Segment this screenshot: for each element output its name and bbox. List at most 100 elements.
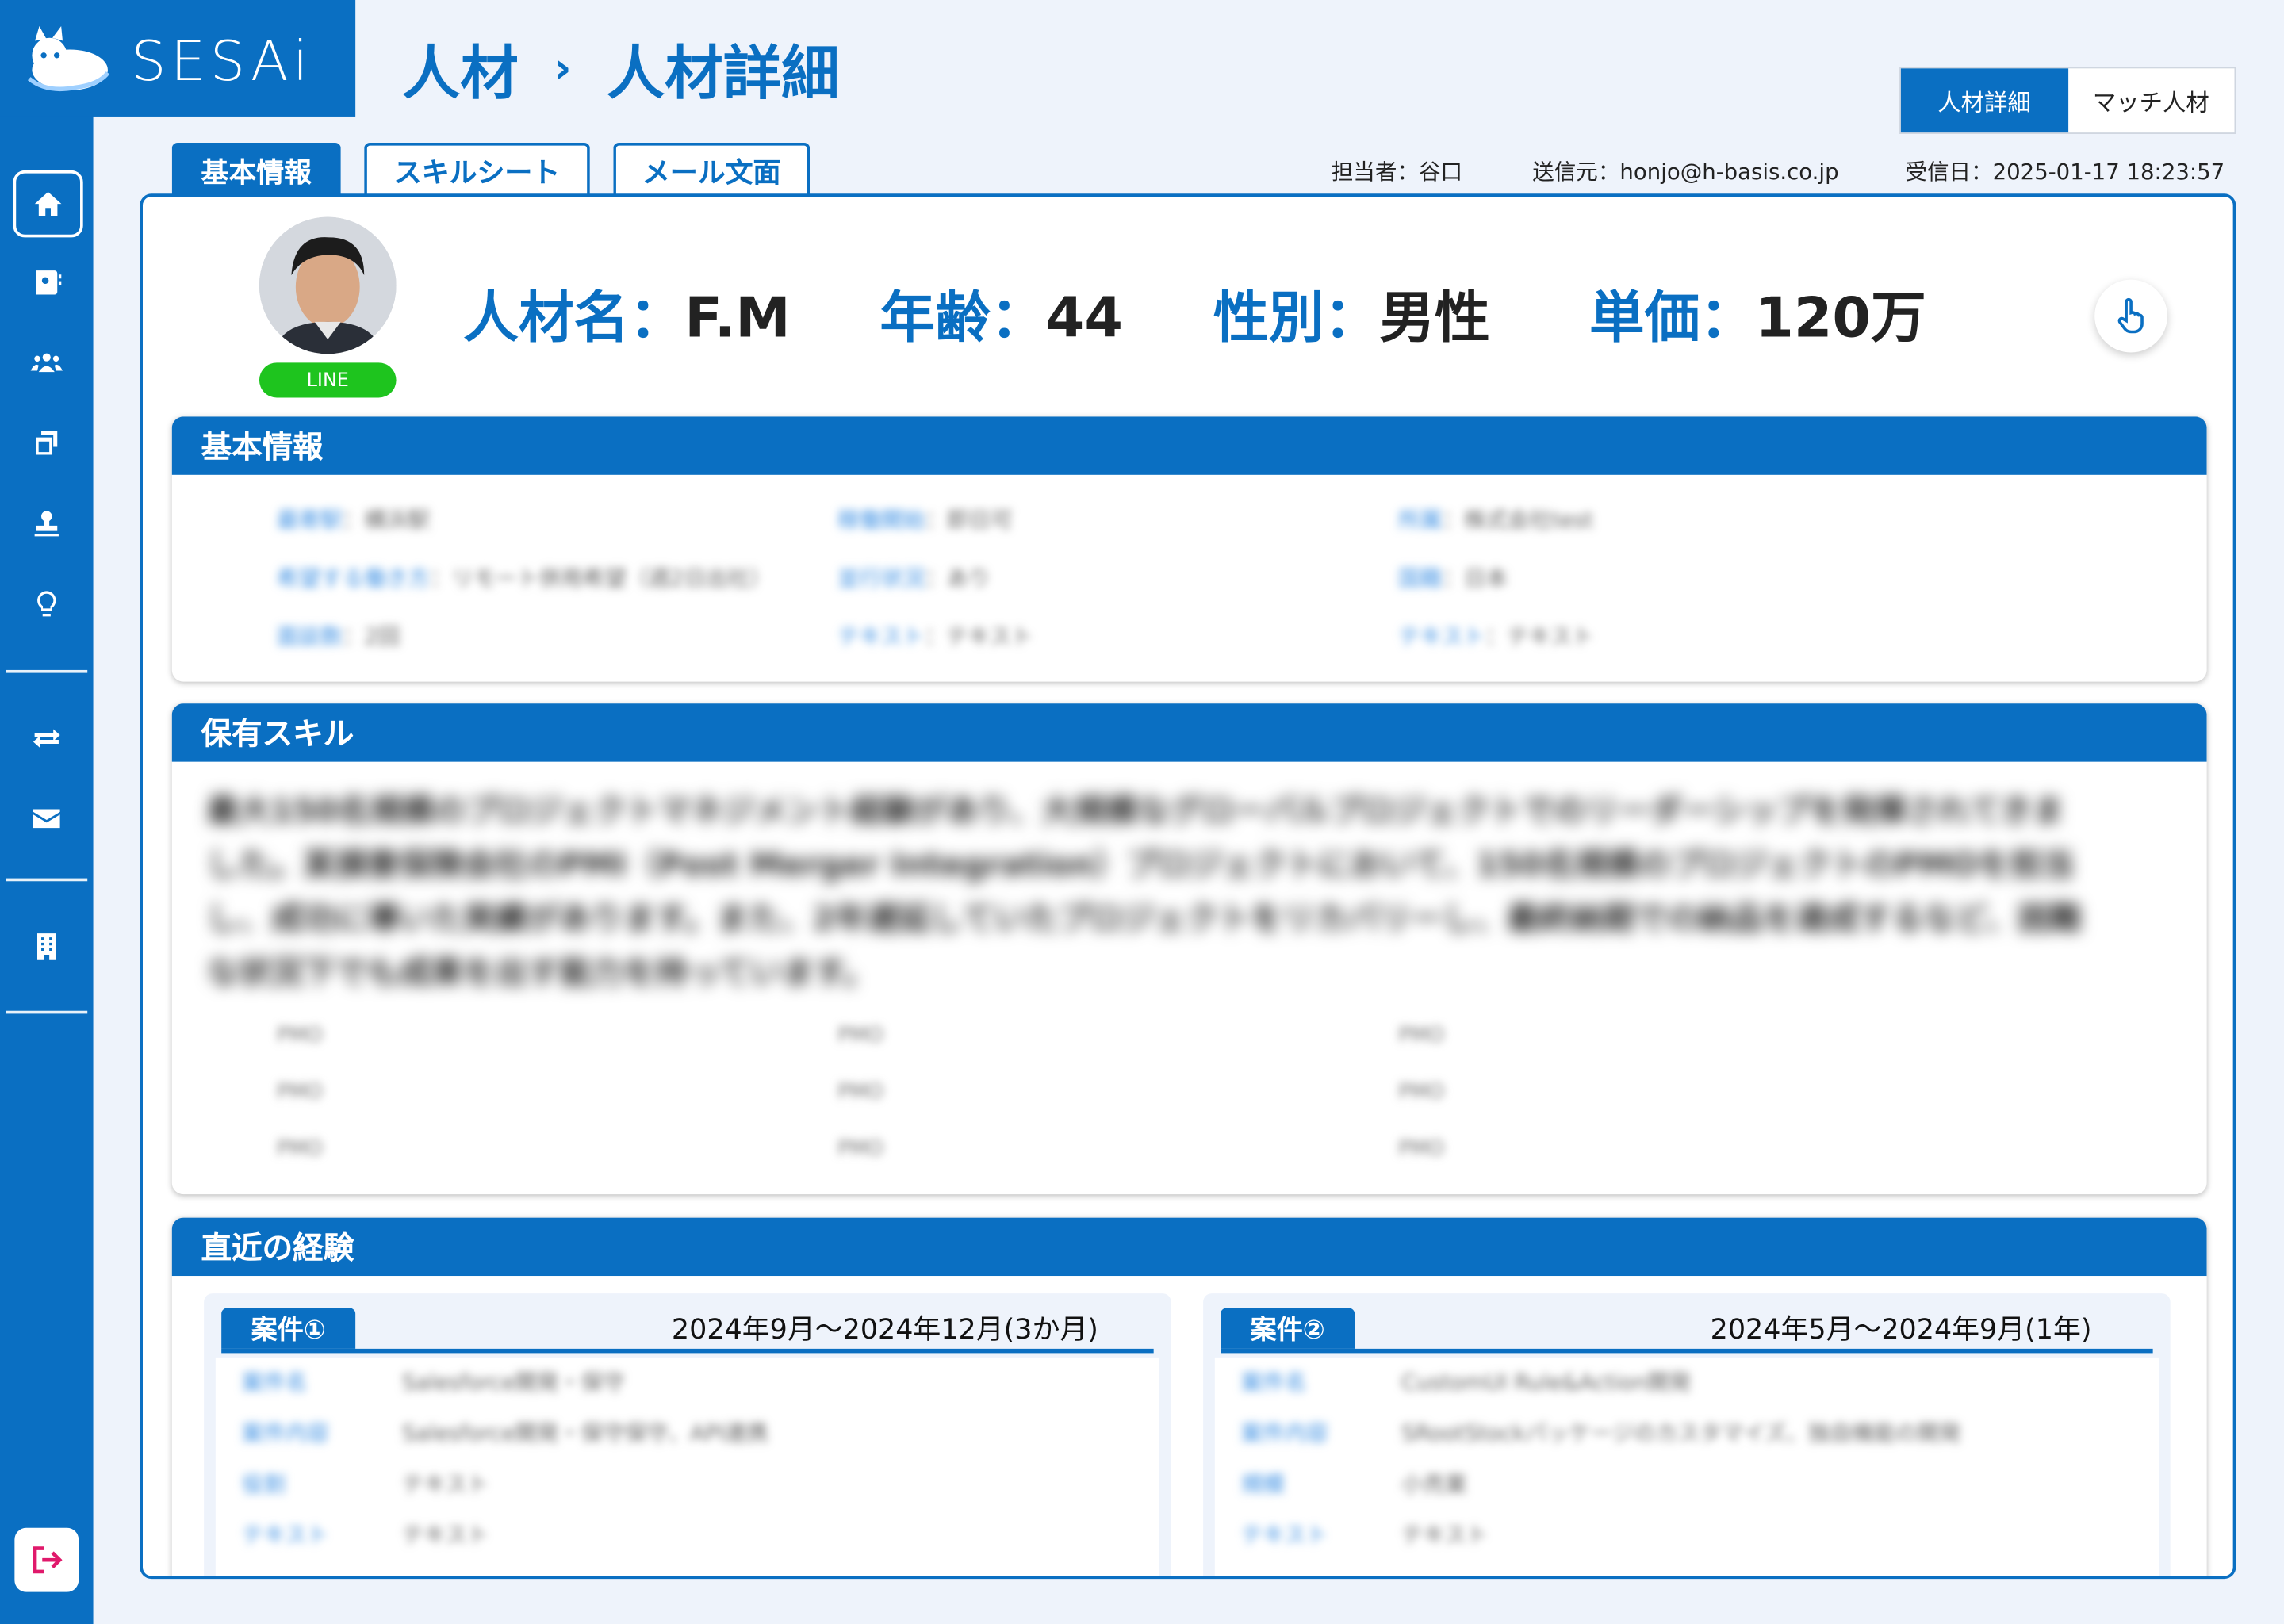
skill-item: PMO [1398,1137,1445,1161]
info-field: テキスト：テキスト [837,623,1033,650]
skills-summary: 最大150名規模のプロジェクトマネジメント経験があり、大規模なグローバルプロジェ… [206,794,2083,992]
skill-item: PMO [837,1137,884,1161]
project-tag: 案件① [221,1308,356,1349]
info-field: 国籍：日本 [1398,565,1508,592]
page-title: 人材詳細 [606,40,840,108]
breadcrumb: 人材 › 人材詳細 [402,26,840,111]
brand-logo-text: SESAi [131,29,313,94]
project-period: 2024年9月～2024年12月(3か月) [671,1313,1098,1346]
skills-heading: 保有スキル [171,703,2207,762]
project-field: 規模 [1240,1471,1285,1498]
sender-text: 送信元：honjo@h-basis.co.jp [1532,159,1839,186]
nav-contacts[interactable] [12,251,82,315]
avatar [259,216,397,354]
info-field: テキスト：テキスト [1398,623,1594,650]
project-field: 案件内容 [241,1419,330,1446]
info-field: 希望する働き方：リモート併用希望（週2日出社） [276,565,772,592]
project-divider [1221,1348,2153,1354]
basic-info-section: 基本情報 最寄駅：横浜駅 稼働開始：即日可 所属：株式会社test 希望する働き… [171,416,2207,682]
project-field: 案件名 [1240,1369,1307,1396]
skill-item: PMO [276,1080,323,1105]
skills-section: 保有スキル 最大150名規模のプロジェクトマネジメント経験があり、大規模なグロー… [171,703,2207,1195]
talent-age: 年齢：44 [879,285,1123,350]
project-field-value: CustomUI Rule&Action開発 [1401,1369,1692,1396]
info-field: 面談数：2回 [276,623,400,650]
breadcrumb-parent[interactable]: 人材 [402,26,519,111]
view-toggle: 人材詳細 マッチ人材 [1899,67,2236,134]
info-field: 並行状況：あり [837,565,991,592]
talent-gender: 性別：男性 [1213,285,1491,350]
sidebar-divider [6,1010,88,1014]
project-details: 案件名 CustomUI Rule&Action開発 案件内容 SRootSto… [1214,1357,2159,1576]
tab-mail-text[interactable]: メール文面 [613,143,811,196]
skill-item: PMO [1398,1024,1445,1048]
toggle-matched-talent[interactable]: マッチ人材 [2067,68,2234,132]
nav-ideas[interactable] [12,573,82,637]
skill-item: PMO [837,1080,884,1105]
received-date-text: 受信日：2025-01-17 18:23:57 [1905,159,2225,186]
nav-talent[interactable] [12,331,82,395]
project-card: 案件② 2024年5月～2024年9月(1年) 案件名 CustomUI Rul… [1203,1293,2171,1576]
info-field: 稼働開始：即日可 [837,507,1013,534]
nav-company[interactable] [12,915,82,979]
nav-home[interactable] [13,170,83,238]
tab-basic-info[interactable]: 基本情報 [171,143,341,196]
project-period: 2024年5月～2024年9月(1年) [1710,1313,2092,1346]
brand-header[interactable]: SESAi [0,0,356,117]
logout-icon [33,1546,63,1574]
info-field: 最寄駅：横浜駅 [276,507,430,534]
skill-item: PMO [837,1024,884,1048]
basic-info-heading: 基本情報 [171,416,2207,475]
skill-item: PMO [276,1137,323,1161]
experience-section: 直近の経験 案件① 2024年9月～2024年12月(3か月) 案件名 Sale… [171,1217,2207,1576]
toggle-talent-detail[interactable]: 人材詳細 [1900,68,2068,133]
talent-name: 人材名：F.M [463,285,791,350]
project-field: テキスト [241,1522,329,1549]
talent-detail-panel: LINE 人材名：F.M 年齢：44 性別：男性 単価：120万 基本情報 最寄… [140,193,2236,1580]
project-field-value: Salesforce開発・保守 [401,1369,625,1396]
project-field: 役割 [241,1471,286,1498]
mail-icon [33,809,60,829]
tab-skill-sheet[interactable]: スキルシート [364,143,590,196]
person-photo-icon [259,216,397,354]
project-tag: 案件② [1221,1308,1355,1349]
talent-price: 単価：120万 [1588,285,1926,350]
experience-heading: 直近の経験 [171,1217,2207,1277]
project-field: 案件内容 [1240,1419,1329,1446]
project-field-value: 小売業 [1401,1471,1467,1498]
lightbulb-icon [37,591,56,617]
chevron-right-icon: › [553,43,572,94]
nav-projects[interactable] [12,411,82,475]
home-icon [34,191,62,216]
sidebar-divider [6,669,88,673]
copy-icon [36,431,58,455]
sidebar-divider [6,878,88,882]
project-field: テキスト [1240,1522,1328,1549]
project-field-value: SRootStockパッケージのカスタマイズ、独自機能の開発 [1401,1419,1961,1446]
stamp-icon [34,511,59,537]
skill-item: PMO [1398,1080,1445,1105]
project-card: 案件① 2024年9月～2024年12月(3か月) 案件名 Salesforce… [204,1293,1171,1576]
nav-exchange[interactable] [12,707,82,771]
swap-icon [33,729,60,749]
project-details: 案件名 Salesforce開発・保守 案件内容 Salesforce開発・保守… [215,1357,1160,1576]
project-field: 案件名 [241,1369,308,1396]
building-icon [36,933,56,960]
nav-approval[interactable] [12,492,82,557]
pointing-hand-icon [2117,297,2144,334]
line-badge: LINE [259,362,397,398]
project-field-value: テキスト [401,1522,489,1549]
owner-text: 担当者：谷口 [1331,159,1463,186]
project-field-value: Salesforce開発・保守保守、API連携 [401,1419,768,1446]
skill-item: PMO [276,1024,323,1048]
project-field-value: テキスト [1401,1522,1489,1549]
logout-button[interactable] [14,1527,79,1592]
mascot-logo-icon [27,26,110,92]
info-field: 所属：株式会社test [1398,507,1594,534]
contact-card-icon [36,270,62,295]
propose-button[interactable] [2094,279,2168,353]
project-divider [221,1348,1154,1354]
nav-mail[interactable] [12,787,82,851]
app-root: SESAi 人材 › 人材詳細 人材詳細 マッチ人材 基本情報 スキルシート メ… [0,0,2284,1624]
users-icon [30,353,63,373]
